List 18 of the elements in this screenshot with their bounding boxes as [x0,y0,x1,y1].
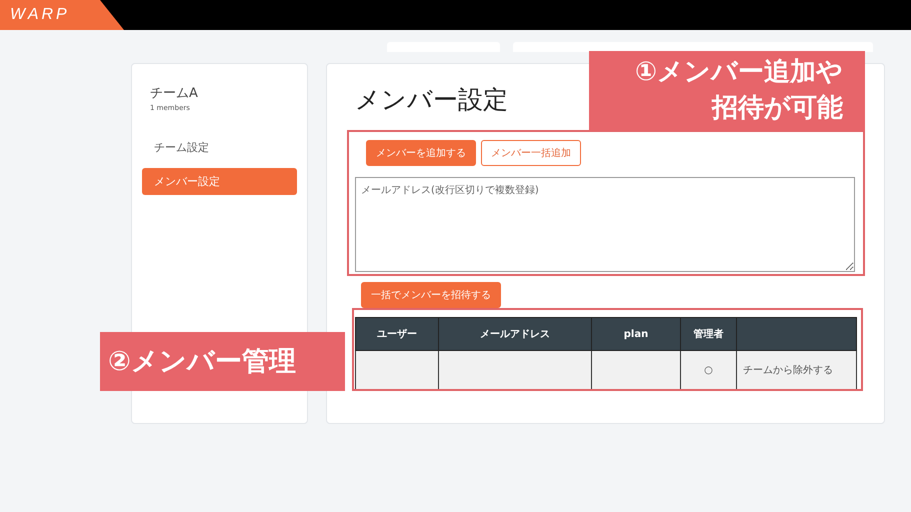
table-cell: ○ [680,350,736,390]
column-header: 管理者 [680,318,736,350]
mode-button[interactable]: メンバーを追加する [366,140,476,166]
team-name: チームA [149,85,199,102]
mode-button[interactable]: メンバー一括追加 [481,140,581,166]
email-field[interactable]: メールアドレス(改行区切りで複数登録) [355,177,855,272]
sidebar-item[interactable]: チーム設定 [142,134,297,161]
callout-text: ①メンバー追加や [634,56,843,89]
sidebar-item[interactable]: メンバー設定 [142,168,297,195]
logo[interactable]: WARP [0,0,124,30]
invite-button[interactable]: 一括でメンバーを招待する [361,282,501,308]
table-cell: チームから除外する [736,350,856,390]
column-header: plan [592,318,680,350]
page-title: メンバー設定 [355,84,508,116]
callout-text: 招待が可能 [710,92,843,125]
callout-text: ②メンバー管理 [108,345,297,379]
column-header: ユーザー [356,318,438,350]
column-header: メールアドレス [438,318,592,350]
